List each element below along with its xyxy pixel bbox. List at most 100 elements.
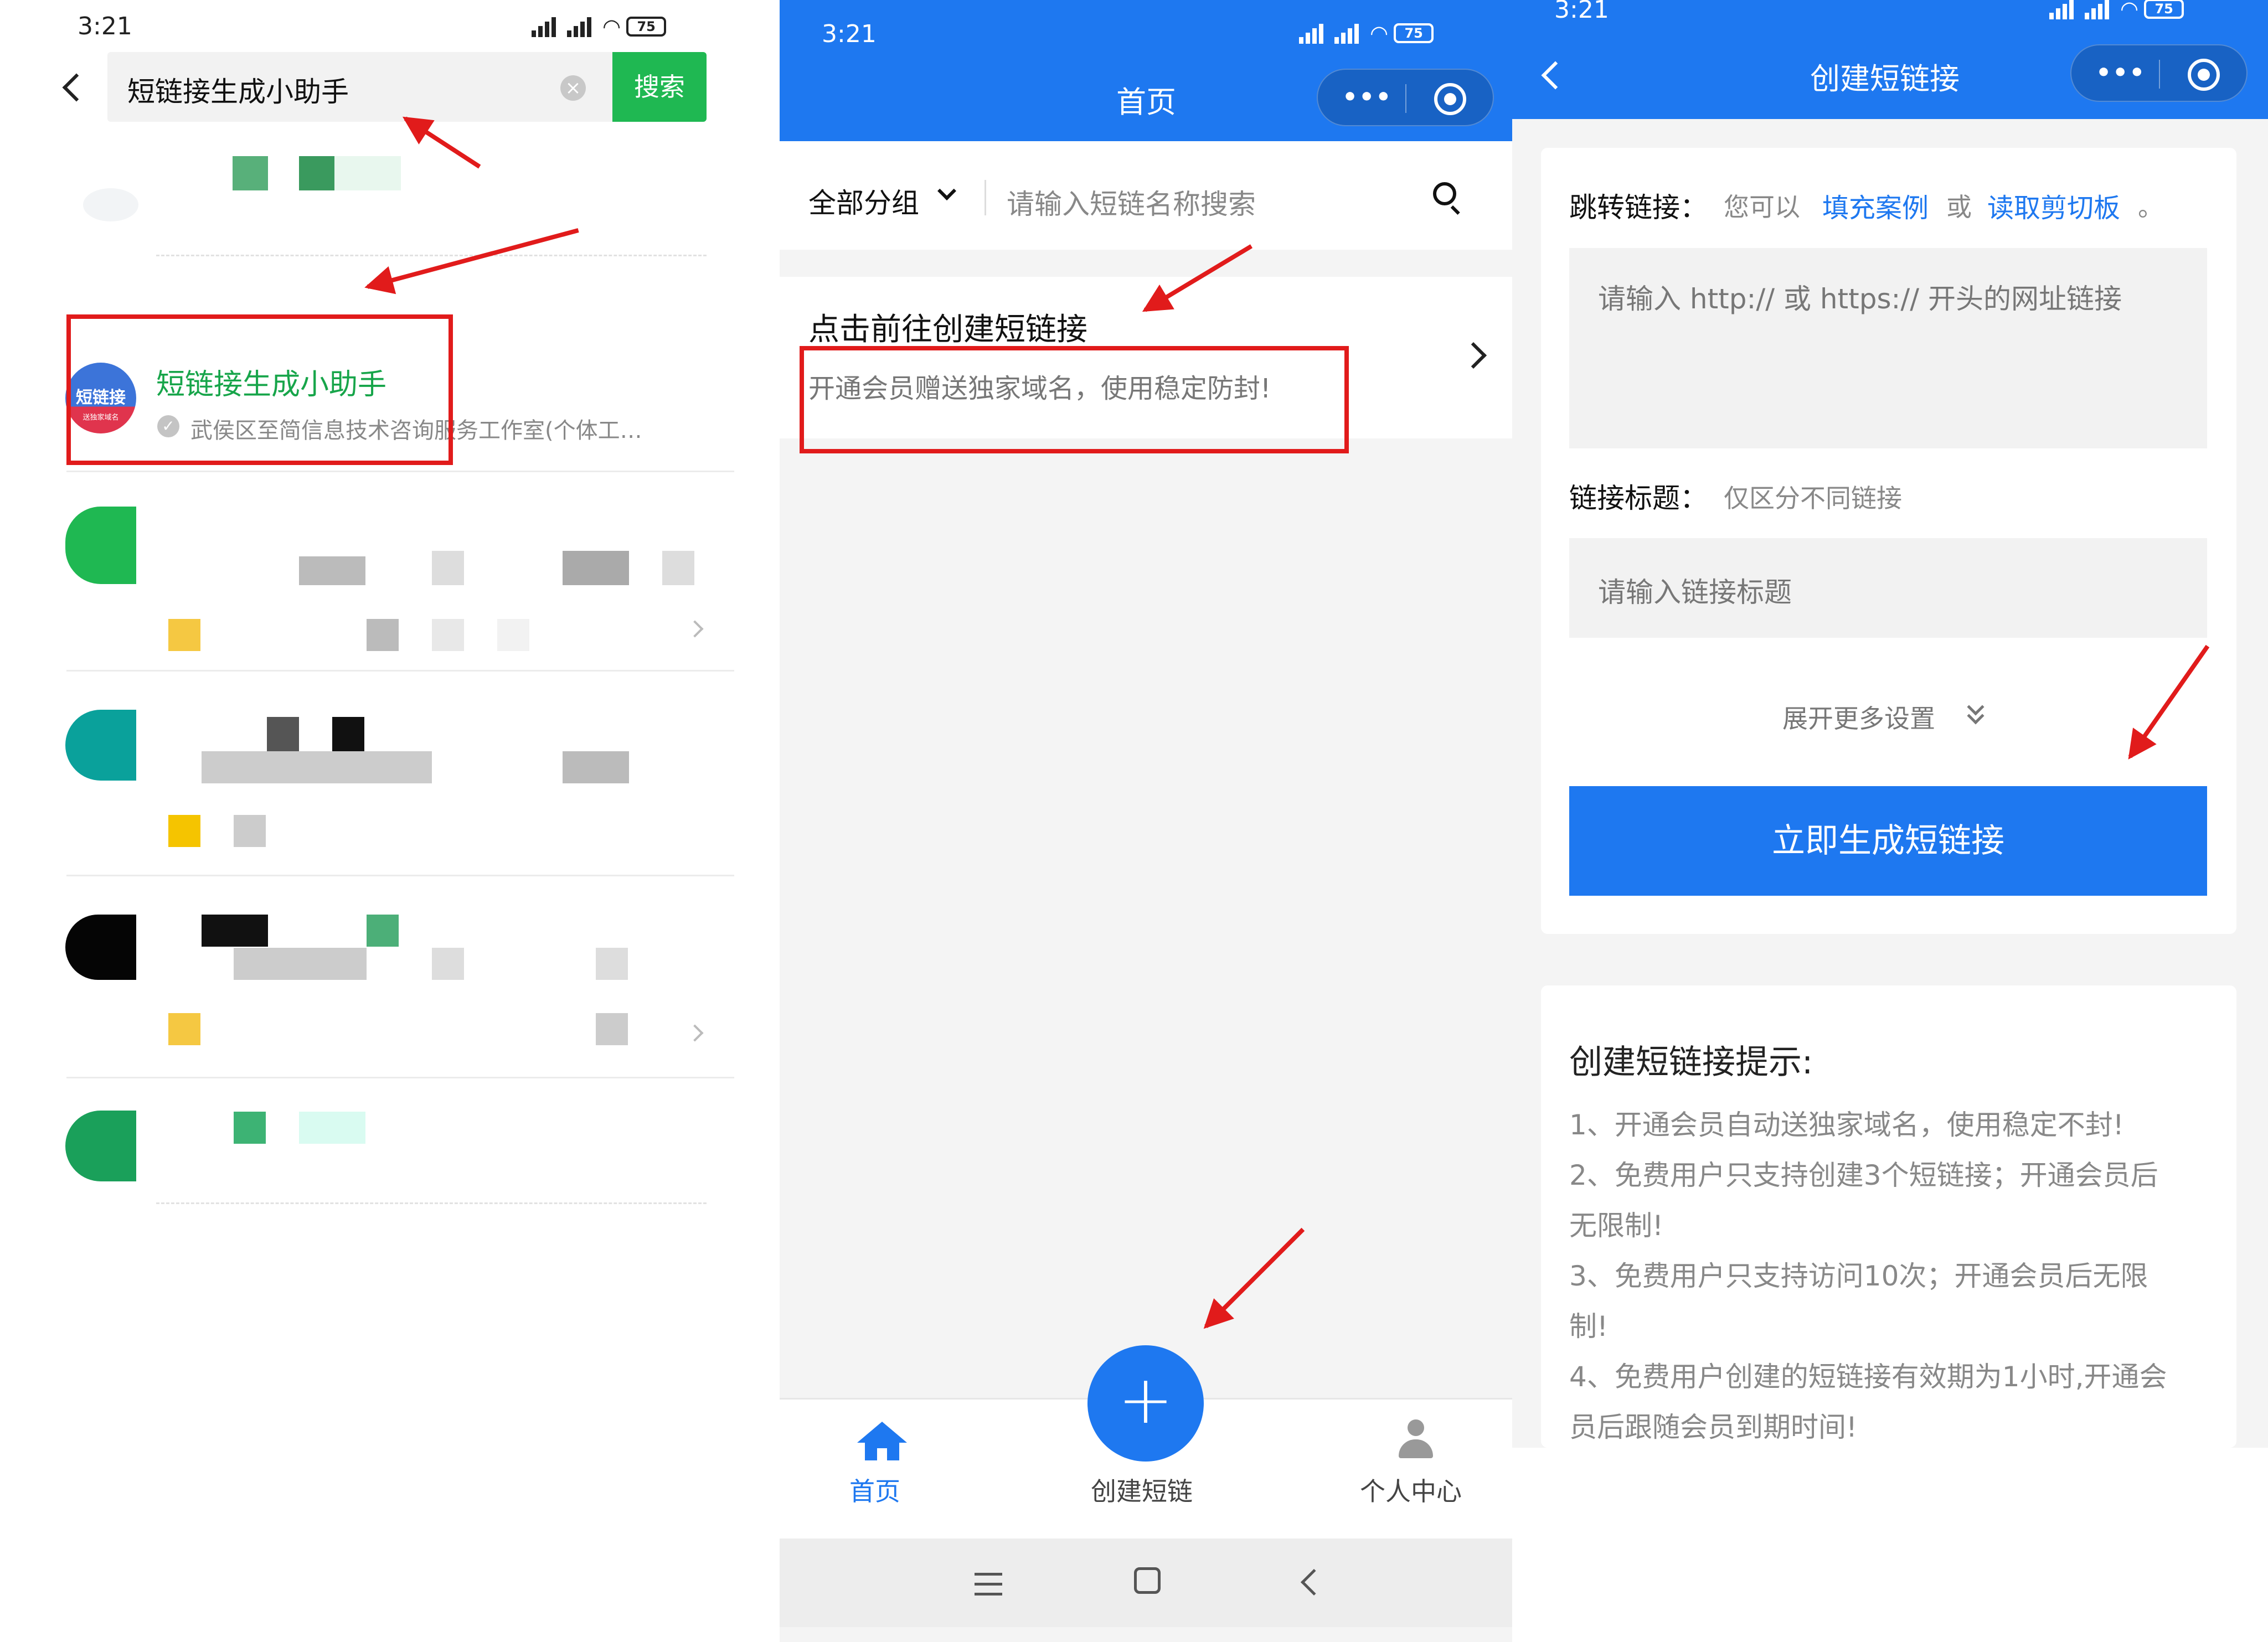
menu-icon[interactable] bbox=[975, 1573, 1002, 1595]
blurred-content bbox=[299, 556, 365, 585]
blurred-content bbox=[202, 751, 432, 783]
chevron-right-icon bbox=[686, 620, 704, 638]
battery-icon: 75 bbox=[2144, 0, 2184, 19]
tip-line: 制! bbox=[1569, 1310, 1609, 1342]
signal-icon bbox=[1299, 23, 1329, 44]
blurred-content bbox=[497, 619, 529, 651]
search-query-text: 短链接生成小助手 bbox=[127, 76, 349, 108]
annotation-arrow bbox=[1204, 1227, 1305, 1328]
search-input[interactable]: 短链接生成小助手 × bbox=[107, 52, 612, 122]
blurred-content bbox=[432, 551, 464, 585]
search-button[interactable]: 搜索 bbox=[612, 52, 707, 122]
blurred-content bbox=[168, 1013, 200, 1045]
annotation-box bbox=[800, 346, 1349, 453]
blurred-content bbox=[168, 815, 200, 847]
link-search-input[interactable]: 请输入短链名称搜索 bbox=[1007, 182, 1256, 222]
fill-example-link[interactable]: 填充案例 bbox=[1822, 186, 1929, 225]
blurred-avatar bbox=[65, 507, 136, 584]
title-input[interactable]: 请输入链接标题 bbox=[1569, 538, 2207, 638]
annotation-arrow bbox=[367, 228, 579, 289]
blurred-content bbox=[234, 815, 266, 847]
battery-icon: 75 bbox=[1394, 23, 1434, 43]
back-icon[interactable] bbox=[1300, 1568, 1328, 1596]
tip-line: 员后跟随会员到期时间! bbox=[1569, 1411, 1858, 1443]
more-icon[interactable]: ••• bbox=[2096, 61, 2146, 85]
tab-profile[interactable]: 个人中心 bbox=[1360, 1471, 1462, 1508]
screenshot-root: 3:21 ◠ 75 短链接生成小助手 × 搜索 短链接 送独家域名 短链接生成小… bbox=[0, 0, 2268, 1642]
divider bbox=[66, 471, 734, 472]
user-icon[interactable] bbox=[1396, 1419, 1435, 1458]
blurred-avatar bbox=[65, 915, 136, 980]
blurred-content bbox=[83, 188, 138, 221]
tip-line: 无限制! bbox=[1569, 1210, 1664, 1242]
blurred-avatar bbox=[65, 710, 136, 781]
chevron-left-icon[interactable] bbox=[1541, 61, 1570, 90]
more-icon[interactable]: ••• bbox=[1342, 85, 1392, 110]
system-nav-bar bbox=[780, 1538, 1512, 1627]
status-time: 3:21 bbox=[1554, 0, 1609, 24]
page-title: 创建短链接 bbox=[1810, 61, 1960, 96]
wechat-search-panel: 3:21 ◠ 75 短链接生成小助手 × 搜索 短链接 送独家域名 短链接生成小… bbox=[0, 0, 780, 1642]
divider bbox=[156, 255, 707, 256]
close-miniprogram-icon[interactable] bbox=[2188, 59, 2220, 91]
url-textarea[interactable]: 请输入 http:// 或 https:// 开头的网址链接 bbox=[1569, 248, 2207, 448]
title-hint: 仅区分不同链接 bbox=[1724, 483, 1902, 513]
annotation-arrow bbox=[404, 116, 481, 169]
or-text: 或 bbox=[1946, 192, 1972, 222]
close-miniprogram-icon[interactable] bbox=[1434, 83, 1466, 115]
read-clipboard-link[interactable]: 读取剪切板 bbox=[1987, 186, 2120, 225]
blurred-content bbox=[168, 619, 200, 651]
expand-settings-toggle[interactable]: 展开更多设置 bbox=[1782, 699, 1935, 735]
signal-icon bbox=[567, 16, 597, 37]
create-link-panel: 3:21 ◠ 75 创建短链接 ••• 跳转链接： 您可以 填充案例 或 读取剪… bbox=[1512, 0, 2268, 1642]
home-square-icon[interactable] bbox=[1134, 1567, 1161, 1594]
clear-icon[interactable]: × bbox=[560, 75, 586, 101]
battery-icon: 75 bbox=[626, 17, 667, 37]
capsule-menu[interactable]: ••• bbox=[2070, 44, 2248, 102]
period-text: 。 bbox=[2138, 192, 2163, 222]
tab-home[interactable]: 首页 bbox=[849, 1471, 900, 1508]
blurred-content bbox=[432, 619, 464, 651]
filter-bar: 全部分组 请输入短链名称搜索 bbox=[780, 141, 1512, 250]
group-dropdown[interactable]: 全部分组 bbox=[808, 181, 919, 221]
status-icons: ◠ 75 bbox=[2049, 0, 2184, 21]
generate-link-button[interactable]: 立即生成短链接 bbox=[1569, 786, 2207, 896]
home-header: 3:21 ◠ 75 首页 ••• bbox=[780, 0, 1512, 141]
blurred-content bbox=[267, 717, 299, 751]
chevron-left-icon[interactable] bbox=[62, 73, 91, 102]
wifi-icon: ◠ bbox=[602, 14, 621, 39]
search-icon[interactable] bbox=[1433, 182, 1462, 215]
signal-icon bbox=[1334, 23, 1364, 44]
status-time: 3:21 bbox=[78, 12, 132, 40]
divider bbox=[156, 1202, 707, 1204]
home-icon[interactable] bbox=[857, 1422, 907, 1460]
card-title: 点击前往创建短链接 bbox=[808, 312, 1087, 348]
blurred-content bbox=[234, 1112, 266, 1144]
blurred-content bbox=[563, 551, 629, 585]
annotation-box bbox=[66, 314, 453, 465]
blurred-content bbox=[234, 948, 367, 980]
chevron-right-icon bbox=[1460, 342, 1487, 369]
divider bbox=[66, 875, 734, 876]
redirect-hint: 您可以 bbox=[1724, 192, 1800, 222]
status-icons: ◠ 75 bbox=[1299, 21, 1434, 45]
signal-icon bbox=[532, 16, 561, 37]
blurred-content bbox=[367, 619, 399, 651]
redirect-label: 跳转链接： bbox=[1569, 192, 1708, 224]
blurred-content bbox=[662, 551, 694, 585]
wifi-icon: ◠ bbox=[1370, 21, 1389, 45]
blurred-content bbox=[563, 751, 629, 783]
chevron-down-icon[interactable] bbox=[937, 182, 956, 200]
capsule-menu[interactable]: ••• bbox=[1317, 69, 1494, 126]
blurred-content bbox=[299, 156, 334, 190]
tab-create[interactable]: 创建短链 bbox=[1091, 1471, 1193, 1508]
blurred-content bbox=[596, 1013, 628, 1045]
blurred-content bbox=[299, 1112, 365, 1144]
divider bbox=[66, 670, 734, 672]
signal-icon bbox=[2085, 0, 2115, 19]
tips-title: 创建短链接提示: bbox=[1569, 1043, 1813, 1082]
divider bbox=[66, 1077, 734, 1078]
tip-line: 4、免费用户创建的短链接有效期为1小时,开通会 bbox=[1569, 1361, 2167, 1393]
blurred-avatar bbox=[65, 1111, 136, 1181]
create-fab-button[interactable]: + bbox=[1087, 1345, 1204, 1462]
